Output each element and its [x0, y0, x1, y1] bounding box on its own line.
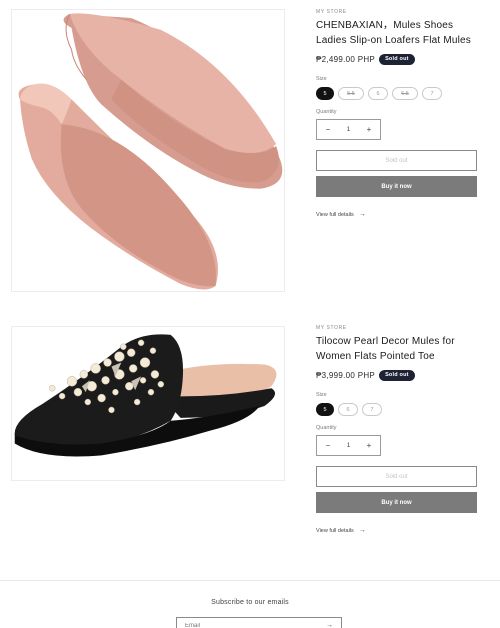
quantity-stepper: − 1 +	[316, 119, 381, 140]
size-options: 5 5.5 6 6.5 7	[316, 87, 482, 100]
arrow-right-icon: →	[358, 211, 366, 218]
view-details-link[interactable]: View full details →	[316, 527, 482, 534]
product-card: My Store CHENBAXIAN，Mules Shoes Ladies S…	[0, 0, 500, 300]
price-row: ₱3,999.00 PHP Sold out	[316, 368, 482, 382]
subscribe-title: Subscribe to our emails	[211, 599, 289, 606]
quantity-value[interactable]: 1	[347, 443, 350, 449]
plus-icon[interactable]: +	[365, 125, 373, 134]
minus-icon[interactable]: −	[324, 125, 332, 134]
size-option-6[interactable]: 6	[368, 87, 388, 100]
product-title[interactable]: Tilocow Pearl Decor Mules for Women Flat…	[316, 334, 482, 364]
size-options: 5 6 7	[316, 403, 482, 416]
product-info: My Store Tilocow Pearl Decor Mules for W…	[316, 325, 482, 534]
price-row: ₱2,499.00 PHP Sold out	[316, 52, 482, 66]
vendor-label: My Store	[316, 325, 347, 331]
email-input[interactable]	[185, 622, 305, 628]
quantity-stepper: − 1 +	[316, 435, 381, 456]
quantity-label: Quantity	[316, 425, 337, 431]
plus-icon[interactable]: +	[365, 441, 373, 450]
product-price: ₱3,999.00 PHP	[316, 370, 376, 380]
arrow-right-icon: →	[358, 527, 366, 534]
vendor-label: My Store	[316, 9, 347, 15]
size-option-5[interactable]: 5	[316, 87, 334, 100]
sold-out-badge: Sold out	[379, 369, 415, 381]
product-info: My Store CHENBAXIAN，Mules Shoes Ladies S…	[316, 9, 482, 218]
black-pearl-mule-image	[14, 334, 277, 457]
newsletter-footer: Subscribe to our emails →	[0, 580, 500, 628]
size-option-6-5[interactable]: 6.5	[392, 87, 418, 100]
email-field[interactable]: →	[176, 617, 342, 628]
sold-out-button[interactable]: Sold out	[316, 150, 477, 171]
pink-suede-mules-image	[18, 13, 283, 290]
product-image[interactable]	[11, 326, 285, 481]
product-card: My Store Tilocow Pearl Decor Mules for W…	[0, 318, 500, 558]
arrow-right-icon[interactable]: →	[326, 622, 333, 628]
size-option-5-5[interactable]: 5.5	[338, 87, 364, 100]
quantity-value[interactable]: 1	[347, 127, 350, 133]
product-title[interactable]: CHENBAXIAN，Mules Shoes Ladies Slip-on Lo…	[316, 18, 482, 48]
buy-now-button[interactable]: Buy it now	[316, 176, 477, 197]
size-label: Size	[316, 392, 327, 398]
view-details-label: View full details	[316, 527, 354, 534]
size-option-7[interactable]: 7	[362, 403, 382, 416]
sold-out-button[interactable]: Sold out	[316, 466, 477, 487]
product-price: ₱2,499.00 PHP	[316, 54, 376, 64]
view-details-label: View full details	[316, 211, 354, 218]
size-option-5[interactable]: 5	[316, 403, 334, 416]
minus-icon[interactable]: −	[324, 441, 332, 450]
size-option-6[interactable]: 6	[338, 403, 358, 416]
size-label: Size	[316, 76, 327, 82]
product-image[interactable]	[11, 9, 285, 292]
sold-out-badge: Sold out	[379, 53, 415, 65]
quantity-label: Quantity	[316, 109, 337, 115]
view-details-link[interactable]: View full details →	[316, 211, 482, 218]
buy-now-button[interactable]: Buy it now	[316, 492, 477, 513]
size-option-7[interactable]: 7	[422, 87, 442, 100]
